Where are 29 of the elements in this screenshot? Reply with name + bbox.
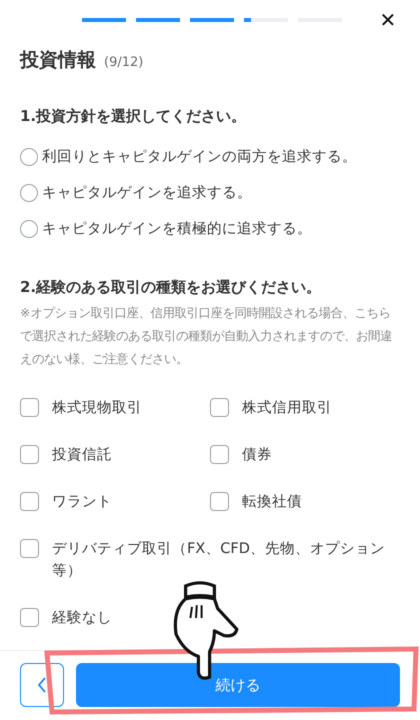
radio-label: キャピタルゲインを積極的に追求する。 [42, 220, 312, 238]
checkbox-label: デリバティブ取引（FX、CFD、先物、オプション等） [52, 540, 386, 581]
page-title: 投資情報 [20, 48, 96, 73]
close-button[interactable]: ✕ [376, 8, 400, 32]
radio-button[interactable] [20, 184, 38, 202]
step-count: (9/12) [104, 55, 144, 70]
checkbox-label: 転換社債 [242, 493, 302, 512]
checkbox[interactable] [210, 492, 229, 511]
checkbox[interactable] [20, 492, 39, 511]
checkbox[interactable] [210, 398, 229, 417]
checkbox[interactable] [20, 398, 39, 417]
note-text: ※オプション取引口座、信用取引口座を同時開設される場合、こちらで選択された経験のある取引の種類が自動入力されますので、お間違えのない様、ご注意ください。 [19, 305, 393, 368]
checkbox-label: 投資信託 [52, 446, 112, 465]
checkbox[interactable] [20, 608, 39, 627]
question-label: 1.投資方針を選択してください。 [19, 106, 248, 126]
chevron-left-icon [37, 676, 47, 694]
checkbox[interactable] [20, 539, 39, 558]
radio-button[interactable] [20, 220, 38, 238]
checkbox-label: 株式信用取引 [242, 399, 332, 418]
checkbox[interactable] [20, 445, 39, 464]
checkbox-label: 株式現物取引 [52, 399, 142, 418]
radio-label: 利回りとキャピタルゲインの両方を追求する。 [42, 148, 357, 166]
checkbox-label: 経験なし [52, 609, 112, 628]
checkbox[interactable] [210, 445, 229, 464]
checkbox-label: 債券 [242, 446, 272, 465]
radio-button[interactable] [20, 148, 38, 166]
radio-label: キャピタルゲインを追求する。 [42, 184, 252, 202]
question-label: 2.経験のある取引の種類をお選びください。 [19, 277, 322, 297]
checkbox-label: ワラント [52, 493, 112, 512]
